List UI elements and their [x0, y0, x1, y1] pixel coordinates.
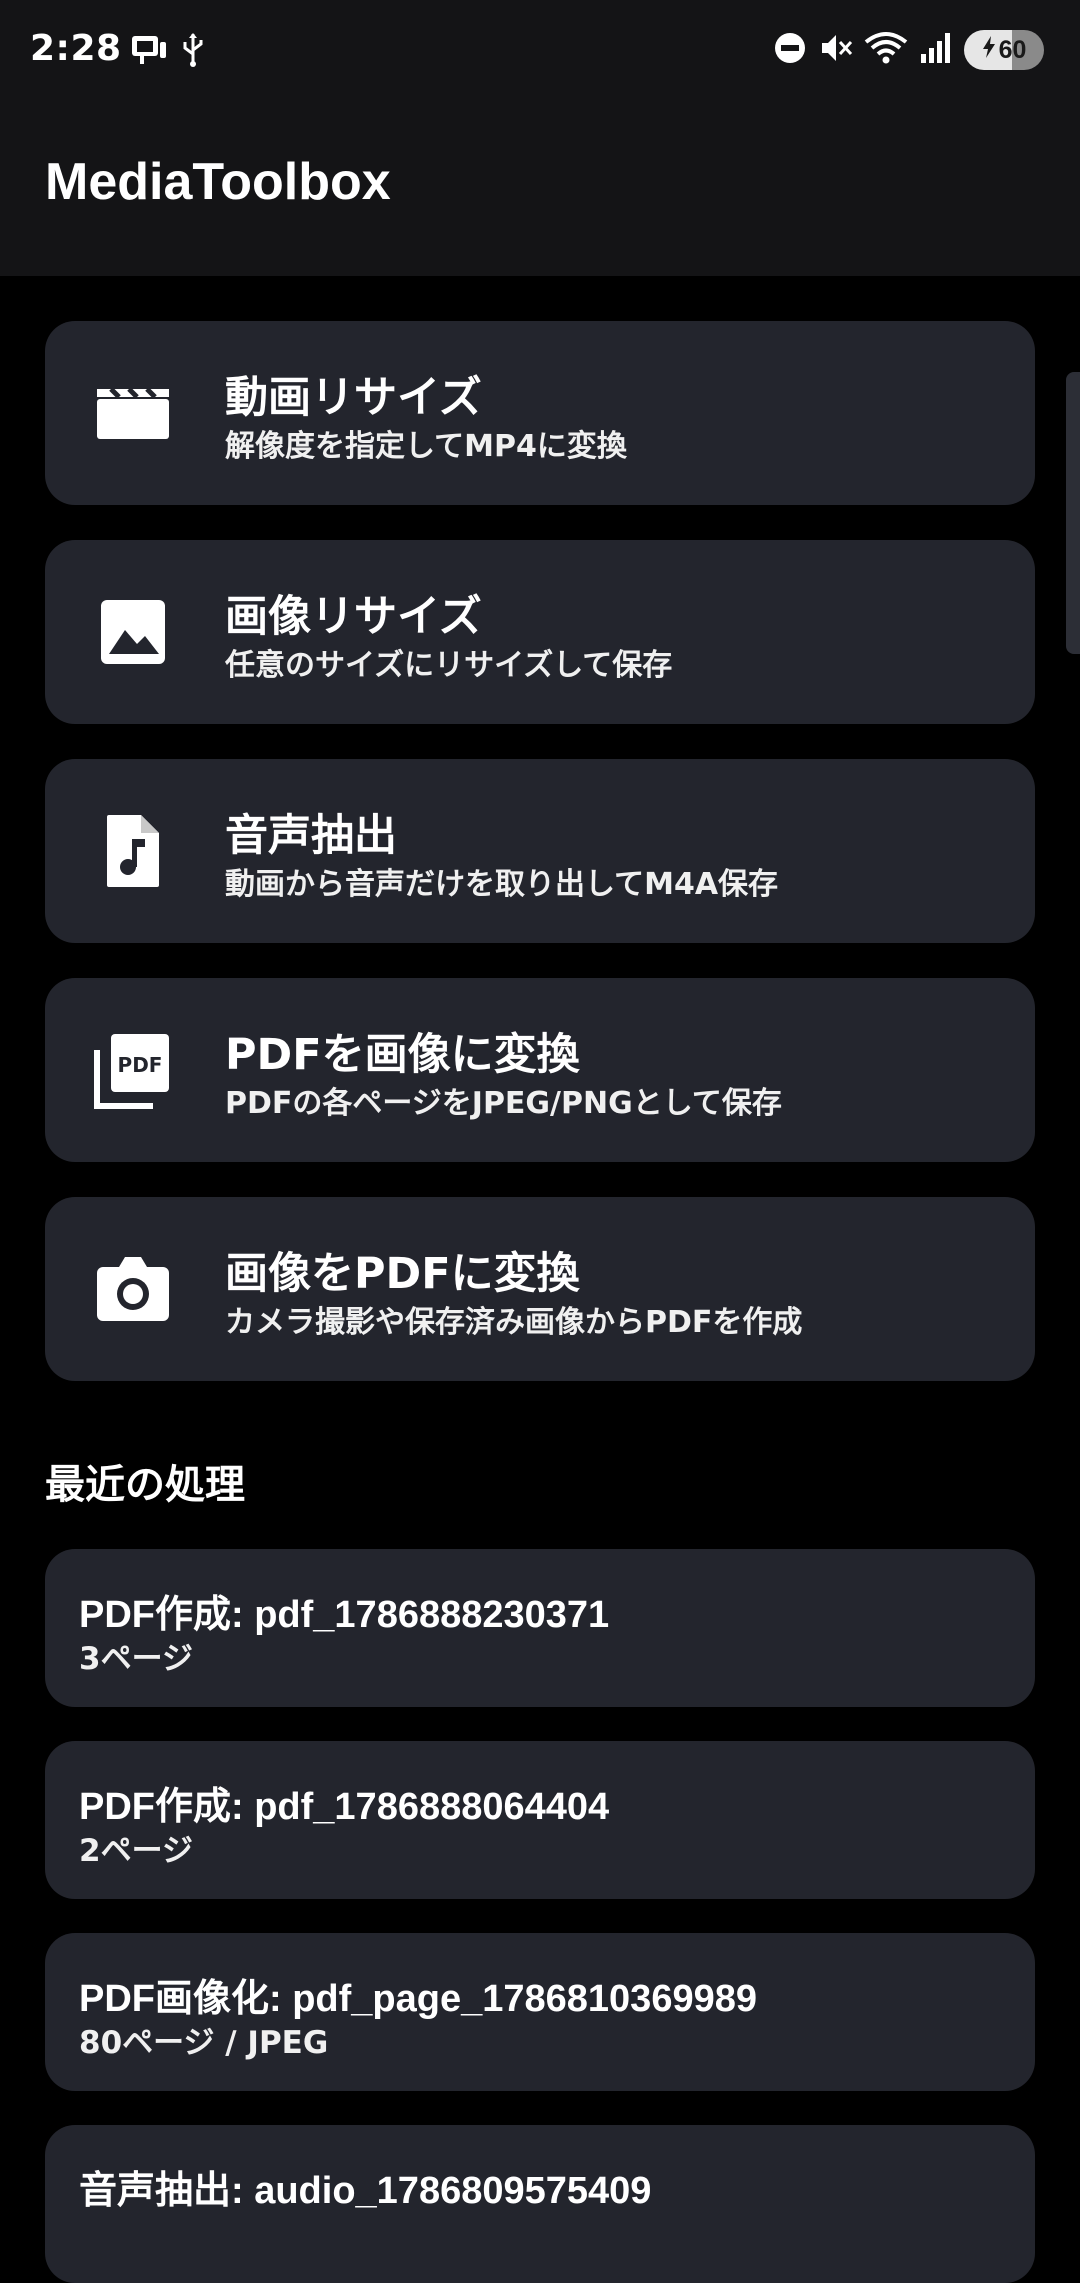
charging-bolt-icon: [982, 35, 996, 65]
signal-icon: [918, 30, 954, 70]
status-time: 2:28: [30, 28, 122, 69]
tool-title: 動画リサイズ: [225, 373, 482, 423]
recent-item-subtitle: 3ページ: [79, 1641, 193, 1677]
tool-card-pdf-to-image[interactable]: PDF PDFを画像に変換 PDFの各ページをJPEG/PNGとして保存: [45, 978, 1035, 1162]
camera-icon: [93, 1249, 173, 1329]
recent-section-title: 最近の処理: [45, 1462, 245, 1508]
recent-item-title: PDF画像化: pdf_page_1786810369989: [79, 1978, 757, 2020]
recent-item[interactable]: PDF作成: pdf_1786888230371 3ページ: [45, 1549, 1035, 1707]
mute-icon: [818, 30, 854, 70]
audio-file-icon: [93, 811, 173, 891]
tool-title: PDFを画像に変換: [225, 1030, 580, 1080]
tool-subtitle: カメラ撮影や保存済み画像からPDFを作成: [225, 1305, 803, 1340]
image-icon: [93, 592, 173, 672]
app-bar: MediaToolbox: [0, 100, 1080, 276]
do-not-disturb-icon: [772, 30, 808, 70]
tool-card-image-to-pdf[interactable]: 画像をPDFに変換 カメラ撮影や保存済み画像からPDFを作成: [45, 1197, 1035, 1381]
recent-item-title: PDF作成: pdf_1786888064404: [79, 1786, 610, 1828]
recent-item-subtitle: 80ページ / JPEG: [79, 2025, 329, 2061]
recent-item[interactable]: 音声抽出: audio_1786809575409: [45, 2125, 1035, 2283]
status-right-icons: 60: [772, 30, 1044, 70]
recent-item-title: PDF作成: pdf_1786888230371: [79, 1594, 610, 1636]
tool-subtitle: PDFの各ページをJPEG/PNGとして保存: [225, 1086, 782, 1121]
tool-card-audio-extract[interactable]: 音声抽出 動画から音声だけを取り出してM4A保存: [45, 759, 1035, 943]
tool-subtitle: 任意のサイズにリサイズして保存: [225, 648, 673, 683]
usb-icon: [180, 32, 206, 72]
status-bar: 2:28 60: [0, 0, 1080, 100]
app-title: MediaToolbox: [45, 153, 391, 211]
tool-card-image-resize[interactable]: 画像リサイズ 任意のサイズにリサイズして保存: [45, 540, 1035, 724]
recent-item[interactable]: PDF画像化: pdf_page_1786810369989 80ページ / J…: [45, 1933, 1035, 2091]
tool-subtitle: 動画から音声だけを取り出してM4A保存: [225, 867, 779, 902]
svg-text:PDF: PDF: [118, 1053, 163, 1077]
device-icon: [130, 32, 168, 72]
recent-item-subtitle: 2ページ: [79, 1833, 193, 1869]
recent-item-title: 音声抽出: audio_1786809575409: [79, 2170, 652, 2212]
tool-title: 画像リサイズ: [225, 592, 482, 642]
pdf-icon: PDF: [93, 1030, 173, 1110]
tool-subtitle: 解像度を指定してMP4に変換: [225, 429, 627, 464]
tool-title: 画像をPDFに変換: [225, 1249, 580, 1299]
movie-clapper-icon: [93, 373, 173, 453]
tool-card-video-resize[interactable]: 動画リサイズ 解像度を指定してMP4に変換: [45, 321, 1035, 505]
recent-item[interactable]: PDF作成: pdf_1786888064404 2ページ: [45, 1741, 1035, 1899]
tool-title: 音声抽出: [225, 811, 397, 861]
scroll-indicator[interactable]: [1066, 372, 1080, 654]
battery-indicator: 60: [964, 30, 1044, 70]
wifi-icon: [864, 30, 908, 70]
status-left-icons: [130, 32, 206, 72]
battery-level: 60: [998, 35, 1027, 64]
